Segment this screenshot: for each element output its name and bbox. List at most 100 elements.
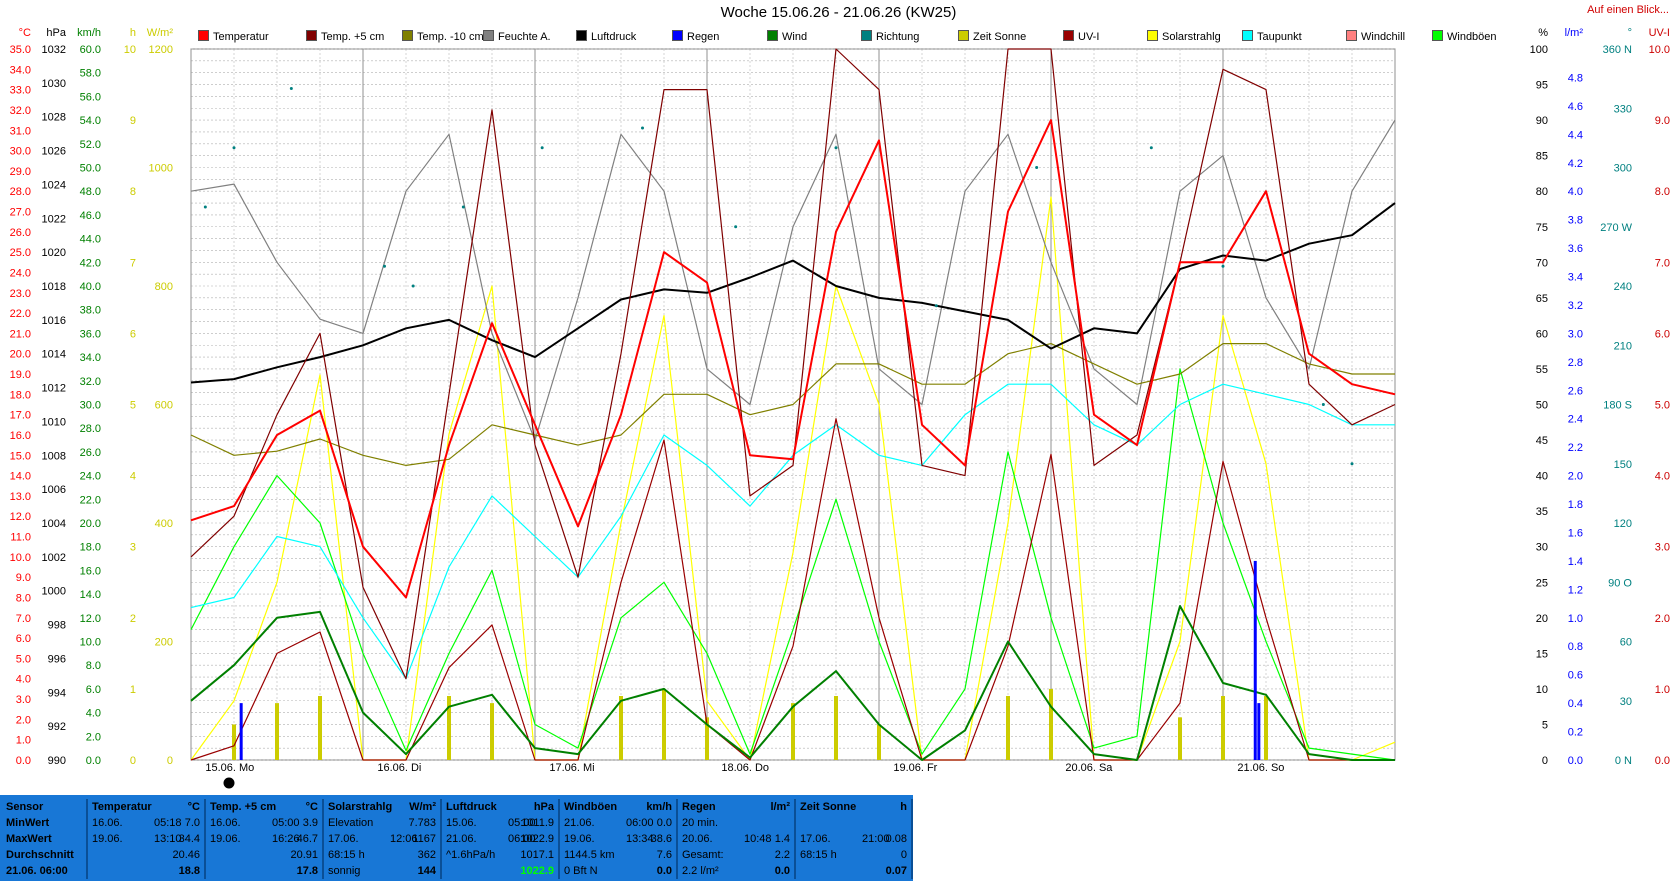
sun-row: 17.06. 21:00 0.08 (800, 833, 907, 849)
axis-tick-kmh: 18.0 (80, 542, 101, 554)
axis-tick-dir: 210 (1614, 340, 1632, 352)
gust-row: 21.06. 06:00 0.0 (564, 817, 672, 833)
axis-tick-lm2: 0.0 (1568, 755, 1583, 767)
axis-tick-temp: 3.0 (16, 694, 31, 706)
panel-cell: 1144.5 km (564, 849, 615, 861)
axis-tick-pct: 90 (1536, 115, 1548, 127)
axis-tick-temp: 26.0 (10, 227, 31, 239)
panel-cell: 10:48 (744, 833, 772, 845)
axis-tick-lm2: 2.4 (1568, 414, 1583, 426)
gust-row: 1144.5 km 7.6 (564, 849, 672, 865)
axis-tick-pct: 65 (1536, 293, 1548, 305)
legend-label: Temperatur (213, 31, 269, 43)
solar-header: Solarstrahlg W/m² (328, 801, 436, 817)
panel-cell: 16.06. (92, 817, 123, 829)
axis-tick-temp: 32.0 (10, 105, 31, 117)
direction-dot (203, 205, 207, 209)
axis-tick-temp: 31.0 (10, 125, 31, 137)
axis-tick-hours: 6 (130, 328, 136, 340)
axis-tick-pct: 80 (1536, 186, 1548, 198)
legend-item: Temp. +5 cm (306, 30, 384, 46)
panel-cell: 13:34 (626, 833, 654, 845)
axis-tick-kmh: 8.0 (86, 660, 101, 672)
axis-tick-kmh: 44.0 (80, 234, 101, 246)
axis-tick-dir: 30 (1620, 696, 1632, 708)
panel-title: Windböen (564, 801, 618, 813)
legend-swatch (1346, 30, 1357, 41)
axis-unit-temp: °C (19, 27, 31, 39)
panel-cell: 16:26 (272, 833, 300, 845)
axis-tick-temp: 25.0 (10, 247, 31, 259)
panel-cell: 17.8 (296, 865, 318, 877)
axis-tick-kmh: 10.0 (80, 637, 101, 649)
axis-tick-lm2: 4.8 (1568, 72, 1583, 84)
axis-tick-temp: 6.0 (16, 633, 31, 645)
direction-dot (734, 225, 738, 229)
temp-row: 20.46 (92, 849, 200, 865)
axis-tick-hours: 9 (130, 115, 136, 127)
panel-cell: 38.6 (650, 833, 672, 845)
temp5-row: 16.06. 05:00 3.9 (210, 817, 318, 833)
axis-tick-temp: 11.0 (10, 532, 31, 544)
axis-tick-hpa: 992 (48, 721, 66, 733)
panel-cell: 1017.1 (520, 849, 554, 861)
sunshine-bar (490, 703, 494, 760)
axis-tick-kmh: 52.0 (80, 139, 101, 151)
axis-tick-temp: 14.0 (10, 471, 31, 483)
legend-label: Wind (782, 31, 808, 43)
axis-tick-pct: 75 (1536, 222, 1548, 234)
sensor-row-current: 21.06. 06:00 (6, 865, 68, 877)
axis-tick-pct: 5 (1542, 719, 1548, 731)
rain-bar (1253, 560, 1257, 760)
axis-tick-lm2: 0.4 (1568, 698, 1583, 710)
axis-tick-pct: 95 (1536, 80, 1548, 92)
panel-cell: 0.0 (774, 865, 790, 877)
panel-cell: 2.2 (774, 849, 790, 861)
axis-tick-temp: 7.0 (16, 613, 31, 625)
panel-cell: 0.0 (656, 817, 672, 829)
temp-row: 19.06. 13:10 34.4 (92, 833, 200, 849)
panel-cell: 21.06. (446, 833, 477, 845)
axis-tick-hpa: 1032 (42, 44, 66, 56)
axis-tick-temp: 12.0 (10, 511, 31, 523)
pressure-panel: Luftdruck hPa 15.06. 05:00 1011.9 21.06. 06:00… (442, 799, 560, 879)
sunshine-bar (619, 696, 623, 760)
temp5-header: Temp. +5 cm °C (210, 801, 318, 817)
axis-tick-lm2: 2.0 (1568, 471, 1583, 483)
axis-tick-hours: 7 (130, 257, 136, 269)
panel-title: Luftdruck (446, 801, 497, 813)
legend-label: Windböen (1447, 31, 1497, 43)
panel-title: Solarstrahlg (328, 801, 393, 813)
axis-tick-uv: 0.0 (1655, 755, 1670, 767)
panel-unit: W/m² (409, 801, 436, 813)
panel-cell: 15.06. (446, 817, 477, 829)
legend-label: Zeit Sonne (973, 31, 1027, 43)
axis-tick-wm2: 0 (167, 755, 173, 767)
axis-tick-uv: 6.0 (1655, 328, 1670, 340)
panel-cell: 144 (417, 865, 436, 877)
rain-panel: Regen l/m² 20 min. 20.06. 10:48 1.4 Gesamt: 2.2… (678, 799, 796, 879)
legend-label: Taupunkt (1257, 31, 1302, 43)
axis-tick-uv: 1.0 (1655, 684, 1670, 696)
panel-cell: 19.06. (564, 833, 595, 845)
legend-item: Luftdruck (576, 30, 636, 46)
axis-tick-kmh: 12.0 (80, 613, 101, 625)
rain-bar (239, 703, 243, 760)
axis-tick-kmh: 22.0 (80, 494, 101, 506)
panel-cell: 68:15 h (800, 849, 837, 861)
panel-unit: hPa (533, 801, 554, 813)
axis-tick-temp: 9.0 (16, 572, 31, 584)
axis-tick-temp: 18.0 (10, 389, 31, 401)
axis-tick-temp: 23.0 (10, 288, 31, 300)
axis-tick-hpa: 1002 (42, 552, 66, 564)
rain-bar (1257, 703, 1261, 760)
overview-link[interactable]: Auf einen Blick... (1587, 4, 1669, 16)
axis-tick-temp: 8.0 (16, 592, 31, 604)
solar-panel: Solarstrahlg W/m² Elevation 7.783 17.06. 12:0… (324, 799, 442, 879)
axis-tick-pct: 70 (1536, 257, 1548, 269)
day-label: 16.06. Di (377, 762, 421, 774)
axis-tick-pct: 30 (1536, 542, 1548, 554)
temperature-panel: Temperatur °C 16.06. 05:18 7.0 19.06. 13:10 34.… (88, 799, 206, 879)
axis-tick-lm2: 4.4 (1568, 129, 1583, 141)
panel-unit: h (900, 801, 907, 813)
